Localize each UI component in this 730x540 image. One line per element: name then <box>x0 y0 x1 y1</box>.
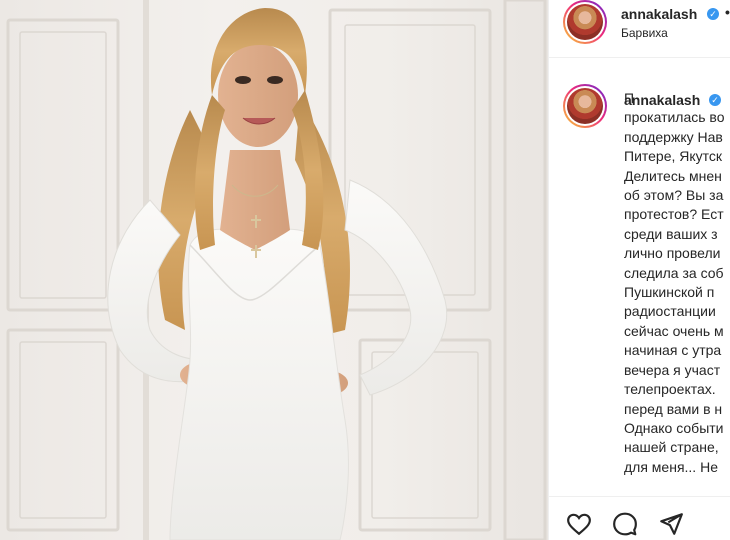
heart-icon[interactable] <box>566 511 592 537</box>
photo-illustration <box>6 0 547 540</box>
caption-area: annakalash ✓ П прокатилась во поддержку … <box>549 58 730 492</box>
post-photo[interactable] <box>0 0 548 540</box>
post-actions-bar <box>549 496 730 540</box>
comment-icon[interactable] <box>612 511 638 537</box>
post-side-panel: annakalash ✓ • Барвиха annakalash ✓ П пр… <box>548 0 730 540</box>
author-username[interactable]: annakalash <box>621 6 697 22</box>
more-options-dot[interactable]: • <box>725 4 730 20</box>
post-location[interactable]: Барвиха <box>621 26 668 40</box>
author-avatar[interactable] <box>563 0 607 44</box>
caption-author-avatar[interactable] <box>563 84 607 128</box>
caption-text: П прокатилась во поддержку Нав Питере, Я… <box>624 90 725 475</box>
paper-plane-icon[interactable] <box>658 511 684 537</box>
post-header: annakalash ✓ • Барвиха <box>549 0 730 58</box>
verified-badge-icon: ✓ <box>707 8 719 20</box>
